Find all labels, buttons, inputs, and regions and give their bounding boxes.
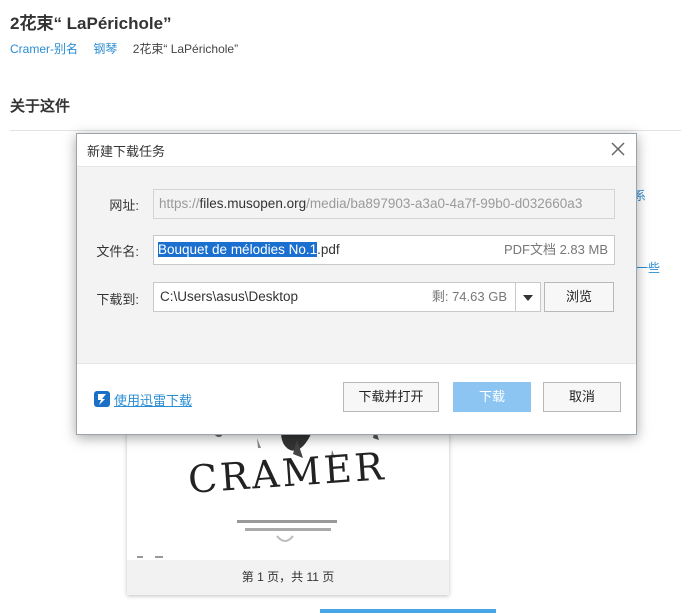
preview-page-info: 第 1 页，共 11 页 bbox=[127, 560, 449, 595]
filename-label: 文件名: bbox=[96, 244, 139, 259]
url-label: 网址: bbox=[109, 198, 139, 213]
sheet-preview-card[interactable]: CRAMER 第 1 页，共 11 页 bbox=[127, 410, 449, 595]
xunlei-icon bbox=[94, 391, 110, 407]
save-path-dropdown[interactable] bbox=[516, 282, 541, 312]
breadcrumb: Cramer-别名 钢琴 2花束“ LaPérichole” bbox=[10, 40, 238, 57]
url-prefix: https:// bbox=[159, 196, 200, 211]
free-space-text: 剩: 74.63 GB bbox=[431, 289, 507, 304]
filename-selected-text: Bouquet de mélodies No.1 bbox=[158, 242, 318, 257]
sheet-preview-title: CRAMER bbox=[187, 444, 388, 502]
page-title: 2花束“ LaPérichole” bbox=[10, 14, 172, 33]
breadcrumb-current: 2花束“ LaPérichole” bbox=[132, 42, 239, 56]
download-dialog: 新建下载任务 网址: https://files.musopen.org/med… bbox=[76, 133, 637, 435]
file-type-size: PDF文档 2.83 MB bbox=[503, 242, 608, 257]
breadcrumb-link-composer[interactable]: Cramer-别名 bbox=[10, 42, 78, 56]
filename-extension: .pdf bbox=[317, 242, 340, 257]
side-link-2[interactable]: 一些 bbox=[636, 259, 660, 276]
filename-input[interactable]: Bouquet de mélodies No.1.pdf PDF文档 2.83 … bbox=[153, 235, 615, 265]
chevron-down-icon bbox=[523, 295, 533, 301]
cancel-button[interactable]: 取消 bbox=[543, 382, 621, 412]
dialog-body: 网址: https://files.musopen.org/media/ba89… bbox=[77, 166, 636, 364]
close-icon[interactable] bbox=[608, 139, 628, 159]
dialog-footer: 使用迅雷下载 下载并打开 下载 取消 bbox=[77, 364, 636, 434]
dialog-title: 新建下载任务 bbox=[87, 144, 166, 159]
url-field[interactable]: https://files.musopen.org/media/ba897903… bbox=[153, 189, 615, 219]
browse-button[interactable]: 浏览 bbox=[544, 282, 614, 312]
download-and-open-button[interactable]: 下载并打开 bbox=[343, 382, 439, 412]
dialog-header: 新建下载任务 bbox=[77, 134, 636, 165]
save-path-field[interactable]: C:\Users\asus\Desktop 剩: 74.63 GB bbox=[153, 282, 516, 312]
breadcrumb-link-instrument[interactable]: 钢琴 bbox=[93, 42, 117, 56]
save-path-value: C:\Users\asus\Desktop bbox=[160, 289, 299, 304]
save-to-label: 下载到: bbox=[96, 292, 139, 307]
xunlei-download-link[interactable]: 使用迅雷下载 bbox=[114, 390, 192, 409]
section-divider bbox=[10, 130, 681, 131]
bottom-action-bar[interactable] bbox=[320, 609, 496, 613]
download-button[interactable]: 下载 bbox=[453, 382, 531, 412]
section-title: 关于这件 bbox=[10, 98, 71, 115]
url-host: files.musopen.org bbox=[199, 196, 307, 211]
url-path: /media/ba897903-a3a0-4a7f-99b0-d032660a3 bbox=[306, 196, 583, 211]
